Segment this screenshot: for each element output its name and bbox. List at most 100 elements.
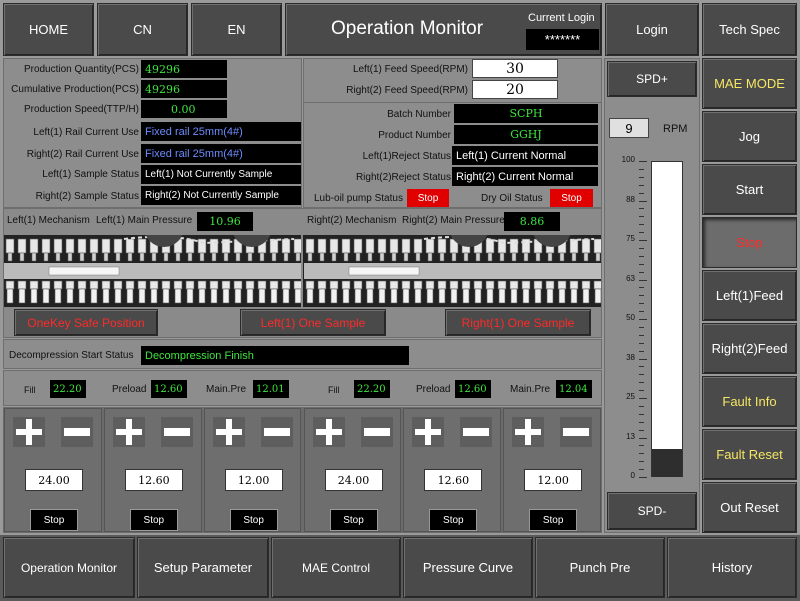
left-feed-button[interactable]: Left(1)Feed	[702, 270, 797, 321]
gauge-tick	[639, 398, 647, 399]
cumulative-production-value: 49296	[141, 80, 227, 98]
adjust-column: 12.00 Stop	[503, 408, 601, 532]
right-preload-label: Preload	[416, 384, 451, 395]
right-reject-value: Right(2) Current Normal	[452, 167, 598, 186]
en-language-button[interactable]: EN	[191, 3, 282, 56]
gauge-tick	[639, 334, 644, 336]
increase-button[interactable]	[512, 417, 545, 447]
login-button[interactable]: Login	[605, 3, 699, 56]
gauge-tick	[639, 208, 644, 210]
decrease-button[interactable]	[160, 417, 193, 447]
fault-reset-button[interactable]: Fault Reset	[702, 429, 797, 480]
gauge-tick-label: 63	[626, 273, 635, 283]
gauge-tick	[639, 216, 644, 218]
gauge-tick-label: 88	[626, 194, 635, 204]
left-feed-speed-value[interactable]: 30	[472, 59, 558, 78]
decrease-button[interactable]	[560, 417, 593, 447]
stop-adjust-button[interactable]: Stop	[429, 509, 478, 531]
nav-mae-control[interactable]: MAE Control	[271, 537, 401, 598]
decompression-label: Decompression Start Status	[9, 350, 134, 361]
spd-minus-button[interactable]: SPD-	[607, 492, 697, 530]
nav-history[interactable]: History	[667, 537, 797, 598]
out-reset-button[interactable]: Out Reset	[702, 482, 797, 533]
left-reject-label: Left(1)Reject Status	[362, 151, 451, 162]
cn-language-button[interactable]: CN	[97, 3, 188, 56]
gauge-tick	[639, 271, 644, 273]
left-reject-value: Left(1) Current Normal	[452, 146, 598, 165]
stop-adjust-button[interactable]: Stop	[229, 509, 278, 531]
nav-punch-pre[interactable]: Punch Pre	[535, 537, 665, 598]
jog-button[interactable]: Jog	[702, 111, 797, 162]
stop-adjust-button[interactable]: Stop	[529, 509, 578, 531]
decompression-value: Decompression Finish	[141, 346, 409, 365]
lub-oil-status: Stop	[407, 189, 449, 207]
gauge-tick	[639, 342, 644, 344]
gauge-tick-label: 0	[630, 471, 635, 480]
right-main-pressure-value: 8.86	[504, 212, 560, 231]
decrease-button[interactable]	[460, 417, 493, 447]
decrease-button[interactable]	[260, 417, 293, 447]
onekey-safe-position-button[interactable]: OneKey Safe Position	[14, 309, 158, 336]
gauge-tick	[639, 453, 644, 455]
stop-button[interactable]: Stop	[702, 217, 797, 268]
left-rail-label: Left(1) Rail Current Use	[33, 127, 139, 138]
plus-icon	[215, 419, 242, 445]
left-sample-value: Left(1) Not Currently Sample	[141, 165, 301, 184]
left-one-sample-button[interactable]: Left(1) One Sample	[240, 309, 386, 336]
setpoint-value[interactable]: 12.60	[424, 469, 483, 491]
setpoint-value[interactable]: 12.00	[524, 469, 583, 491]
decrease-button[interactable]	[360, 417, 393, 447]
production-quantity-label: Production Quantity(PCS)	[23, 64, 139, 75]
right-main-pressure-label: Right(2) Main Pressure	[402, 215, 505, 226]
minus-icon	[64, 428, 90, 436]
gauge-tick	[639, 247, 644, 249]
stop-adjust-button[interactable]: Stop	[129, 509, 178, 531]
minus-icon	[363, 428, 390, 436]
setpoint-value[interactable]: 24.00	[25, 469, 83, 491]
gauge-tick	[639, 350, 644, 352]
increase-button[interactable]	[13, 417, 45, 447]
mae-mode-button[interactable]: MAE MODE	[702, 58, 797, 109]
gauge-bar	[651, 161, 683, 477]
increase-button[interactable]	[212, 417, 245, 447]
increase-button[interactable]	[412, 417, 445, 447]
setpoint-value[interactable]: 24.00	[324, 469, 383, 491]
right-feeder-bar	[348, 266, 420, 276]
spd-plus-button[interactable]: SPD+	[607, 61, 697, 97]
right-one-sample-button[interactable]: Right(1) One Sample	[445, 309, 591, 336]
nav-pressure-curve[interactable]: Pressure Curve	[403, 537, 533, 598]
setpoint-value[interactable]: 12.60	[124, 469, 183, 491]
home-button[interactable]: HOME	[3, 3, 94, 56]
gauge-fill	[652, 448, 682, 477]
right-sample-value: Right(2) Not Currently Sample	[141, 186, 301, 205]
rpm-unit-label: RPM	[663, 123, 688, 135]
plus-icon	[16, 419, 42, 445]
right-main-pre-value: 12.04	[556, 380, 592, 398]
right-feed-speed-value[interactable]: 20	[472, 80, 558, 99]
adjust-column: 12.60 Stop	[403, 408, 502, 532]
increase-button[interactable]	[112, 417, 145, 447]
tech-spec-button[interactable]: Tech Spec	[702, 3, 797, 56]
adjust-column: 24.00 Stop	[303, 408, 402, 532]
page-title: Operation Monitor	[331, 18, 484, 39]
speed-panel: SPD+ 9 RPM 100 88 75 63 50 38 25 13 0 SPD-	[604, 58, 700, 533]
stop-adjust-button[interactable]: Stop	[329, 509, 378, 531]
current-login-value: *******	[526, 29, 599, 50]
setpoint-value[interactable]: 12.00	[224, 469, 283, 491]
gauge-tick-label: 75	[626, 234, 635, 243]
adjust-column: 12.00 Stop	[203, 408, 302, 532]
start-button[interactable]: Start	[702, 164, 797, 215]
gauge-tick	[639, 319, 647, 320]
nav-operation-monitor[interactable]: Operation Monitor	[3, 537, 135, 598]
gauge-tick	[639, 382, 644, 384]
production-quantity-value: 49296	[141, 60, 227, 78]
nav-setup-parameter[interactable]: Setup Parameter	[137, 537, 269, 598]
fault-info-button[interactable]: Fault Info	[702, 376, 797, 427]
decrease-button[interactable]	[61, 417, 93, 447]
right-feed-button[interactable]: Right(2)Feed	[702, 323, 797, 374]
tablet-press-diagram	[4, 235, 601, 307]
stop-adjust-button[interactable]: Stop	[30, 509, 78, 531]
increase-button[interactable]	[312, 417, 345, 447]
gauge-tick-label: 25	[626, 392, 635, 401]
gauge-tick	[639, 358, 647, 360]
